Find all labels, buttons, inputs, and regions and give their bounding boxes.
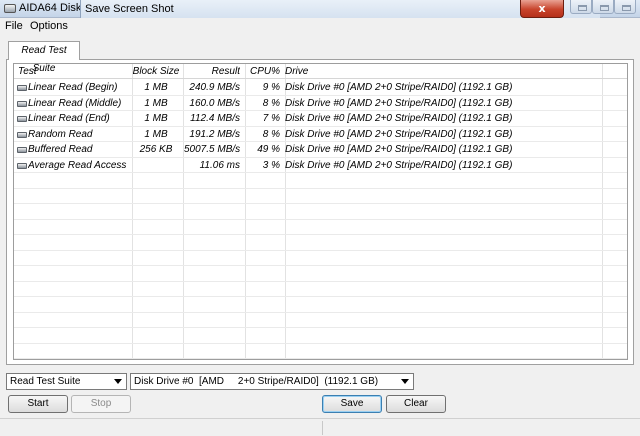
- cell-cpu: 49 %: [257, 144, 280, 155]
- chevron-down-icon: [114, 379, 122, 384]
- menu-bar: File Options: [0, 18, 640, 35]
- app-title: AIDA64 Disk: [19, 2, 82, 14]
- cell-drive: Disk Drive #0 [AMD 2+0 Stripe/RAID0] (11…: [285, 159, 513, 171]
- table-row[interactable]: Average Read Access 11.06 ms 3 % Disk Dr…: [14, 158, 627, 173]
- table-row-empty: [14, 220, 627, 235]
- results-table[interactable]: Test Block Size Result CPU% Drive Linear…: [13, 63, 628, 360]
- cell-cpu: 8 %: [262, 97, 280, 109]
- cell-test: Linear Read (End): [28, 113, 110, 124]
- cell-drive: Disk Drive #0 [AMD 2+0 Stripe/RAID0] (11…: [285, 82, 513, 93]
- cell-test: Average Read Access: [28, 159, 127, 171]
- start-button[interactable]: Start: [8, 395, 68, 413]
- drive-select[interactable]: Disk Drive #0 [AMD 2+0 Stripe/RAID0] (11…: [130, 373, 414, 390]
- drive-icon: [17, 162, 27, 169]
- drive-icon: [17, 85, 27, 91]
- dialog-title: Save Screen Shot: [85, 3, 174, 15]
- cell-cpu: 9 %: [262, 82, 280, 93]
- drive-icon: [17, 100, 27, 107]
- cell-cpu: 8 %: [262, 128, 280, 140]
- table-row-empty: [14, 173, 627, 189]
- drive-icon: [17, 131, 27, 138]
- test-suite-select[interactable]: Read Test Suite: [6, 373, 127, 390]
- menu-file[interactable]: File: [5, 20, 23, 32]
- cell-test: Random Read: [28, 128, 93, 140]
- cell-block-size: 1 MB: [144, 82, 168, 93]
- cell-test: Linear Read (Middle): [28, 97, 122, 109]
- status-separator: [322, 421, 323, 435]
- maximize-button[interactable]: [592, 0, 614, 14]
- table-row[interactable]: Linear Read (Middle) 1 MB 160.0 MB/s 8 %…: [14, 96, 627, 111]
- cell-block-size: [130, 158, 182, 173]
- cell-result: 11.06 ms: [199, 159, 240, 171]
- cell-cpu: 3 %: [262, 159, 280, 171]
- drive-app-icon: [4, 4, 16, 13]
- cell-result: 240.9 MB/s: [189, 82, 240, 93]
- tab-panel: Test Block Size Result CPU% Drive Linear…: [6, 59, 634, 365]
- cell-result: 5007.5 MB/s: [184, 144, 240, 155]
- table-row[interactable]: Random Read 1 MB 191.2 MB/s 8 % Disk Dri…: [14, 127, 627, 142]
- table-row[interactable]: Linear Read (End) 1 MB 112.4 MB/s 7 % Di…: [14, 111, 627, 127]
- table-row-empty: [14, 328, 627, 344]
- client-area: Read Test Suite Test Block Size Result C…: [0, 35, 640, 436]
- cell-cpu: 7 %: [262, 113, 280, 124]
- title-bar: AIDA64 Disk Save Screen Shot x: [0, 0, 640, 20]
- table-row-empty: [14, 344, 627, 359]
- cell-block-size: 1 MB: [144, 113, 168, 124]
- minimize-button[interactable]: [570, 0, 592, 14]
- table-row[interactable]: Linear Read (Begin) 1 MB 240.9 MB/s 9 % …: [14, 80, 627, 96]
- clear-button[interactable]: Clear: [386, 395, 446, 413]
- table-row-empty: [14, 204, 627, 220]
- cell-result: 160.0 MB/s: [189, 97, 240, 109]
- table-row-empty: [14, 266, 627, 282]
- menu-options[interactable]: Options: [30, 20, 68, 32]
- cell-block-size: 1 MB: [144, 128, 168, 140]
- cell-result: 191.2 MB/s: [189, 128, 240, 140]
- drive-icon: [17, 116, 27, 122]
- table-row-empty: [14, 313, 627, 328]
- cell-result: 112.4 MB/s: [190, 113, 240, 124]
- header-block-size[interactable]: Block Size: [130, 64, 182, 79]
- save-button[interactable]: Save: [322, 395, 382, 413]
- cell-test: Buffered Read: [28, 144, 93, 155]
- drive-icon: [17, 147, 27, 153]
- cell-block-size: 256 KB: [139, 144, 173, 155]
- header-cpu[interactable]: CPU%: [246, 64, 280, 79]
- cell-drive: Disk Drive #0 [AMD 2+0 Stripe/RAID0] (11…: [285, 144, 513, 155]
- tab-read-test-suite[interactable]: Read Test Suite: [8, 41, 80, 74]
- chevron-down-icon: [401, 379, 409, 384]
- cell-drive: Disk Drive #0 [AMD 2+0 Stripe/RAID0] (11…: [285, 97, 513, 109]
- dialog-close-button[interactable]: x: [520, 0, 564, 18]
- cell-drive: Disk Drive #0 [AMD 2+0 Stripe/RAID0] (11…: [285, 128, 513, 140]
- table-row-empty: [14, 251, 627, 266]
- table-row-empty: [14, 189, 627, 204]
- stop-button[interactable]: Stop: [71, 395, 131, 413]
- cell-drive: Disk Drive #0 [AMD 2+0 Stripe/RAID0] (11…: [285, 113, 513, 124]
- table-header: Test Block Size Result CPU% Drive: [14, 64, 627, 79]
- header-result[interactable]: Result: [184, 64, 240, 79]
- table-row-empty: [14, 297, 627, 313]
- status-bar: [0, 418, 640, 436]
- test-suite-select-value: Read Test Suite: [10, 376, 81, 387]
- table-row-empty: [14, 282, 627, 297]
- drive-select-value: Disk Drive #0 [AMD 2+0 Stripe/RAID0] (11…: [134, 376, 379, 387]
- cell-block-size: 1 MB: [144, 97, 168, 109]
- header-drive[interactable]: Drive: [285, 64, 625, 79]
- window-close-button[interactable]: [614, 0, 636, 14]
- table-row[interactable]: Buffered Read 256 KB 5007.5 MB/s 49 % Di…: [14, 142, 627, 158]
- cell-test: Linear Read (Begin): [28, 82, 118, 93]
- table-row-empty: [14, 235, 627, 251]
